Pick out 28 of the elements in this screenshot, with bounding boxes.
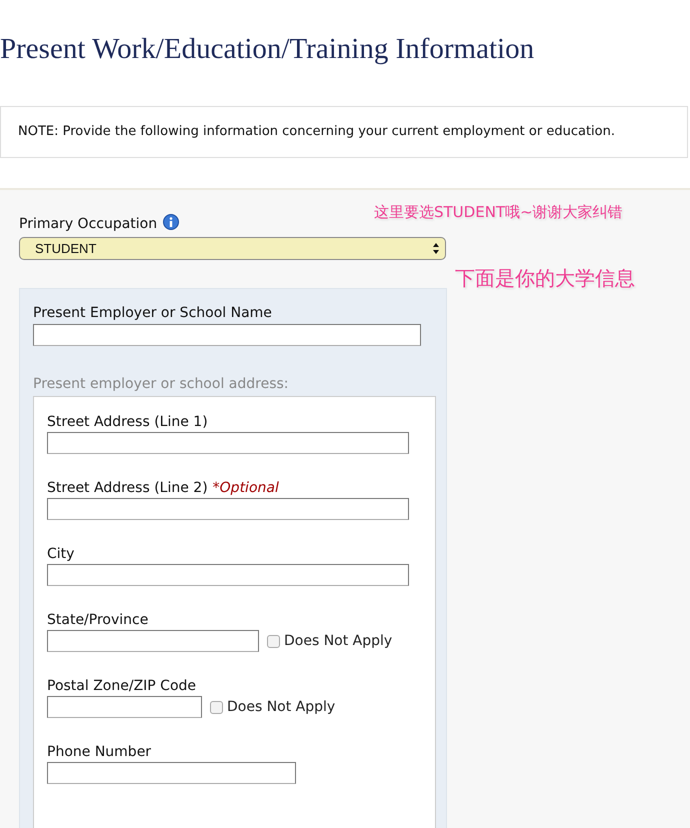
input-field[interactable] [47,762,296,784]
checkbox[interactable] [267,634,280,648]
section-heading: Present employer or school address: [33,376,290,392]
field-label: Primary Occupation [19,215,158,234]
annotation-text: 这里要选STUDENT哦~谢谢大家纠错 [374,202,623,223]
input-field[interactable] [47,432,409,454]
input-field[interactable] [33,324,421,346]
input-field[interactable] [47,696,202,718]
input-field[interactable] [47,498,409,520]
info-icon[interactable] [163,214,180,230]
checkbox-label: Does Not Apply [227,698,336,716]
page-title: Present Work/Education/Training Information [0,32,536,66]
field-label: City [47,546,74,562]
field-label: Present Employer or School Name [33,305,273,321]
field-label: Phone Number [47,744,152,760]
field-label: Street Address (Line 1) [47,414,208,430]
input-field[interactable] [47,630,259,652]
field-label: State/Province [47,612,148,628]
field-label: Postal Zone/ZIP Code [47,678,196,694]
checkbox[interactable] [210,700,223,714]
optional-note: *Optional [212,480,279,496]
note-box: NOTE: Provide the following information concerning your current employment or education. [0,106,688,158]
checkbox-label: Does Not Apply [284,632,392,650]
select-arrows-icon [432,242,440,255]
input-field[interactable] [47,564,409,586]
annotation-text: 下面是你的大学信息 [455,265,635,292]
occupation-select[interactable]: STUDENT [19,237,446,260]
field-label: Street Address (Line 2) [47,480,208,496]
